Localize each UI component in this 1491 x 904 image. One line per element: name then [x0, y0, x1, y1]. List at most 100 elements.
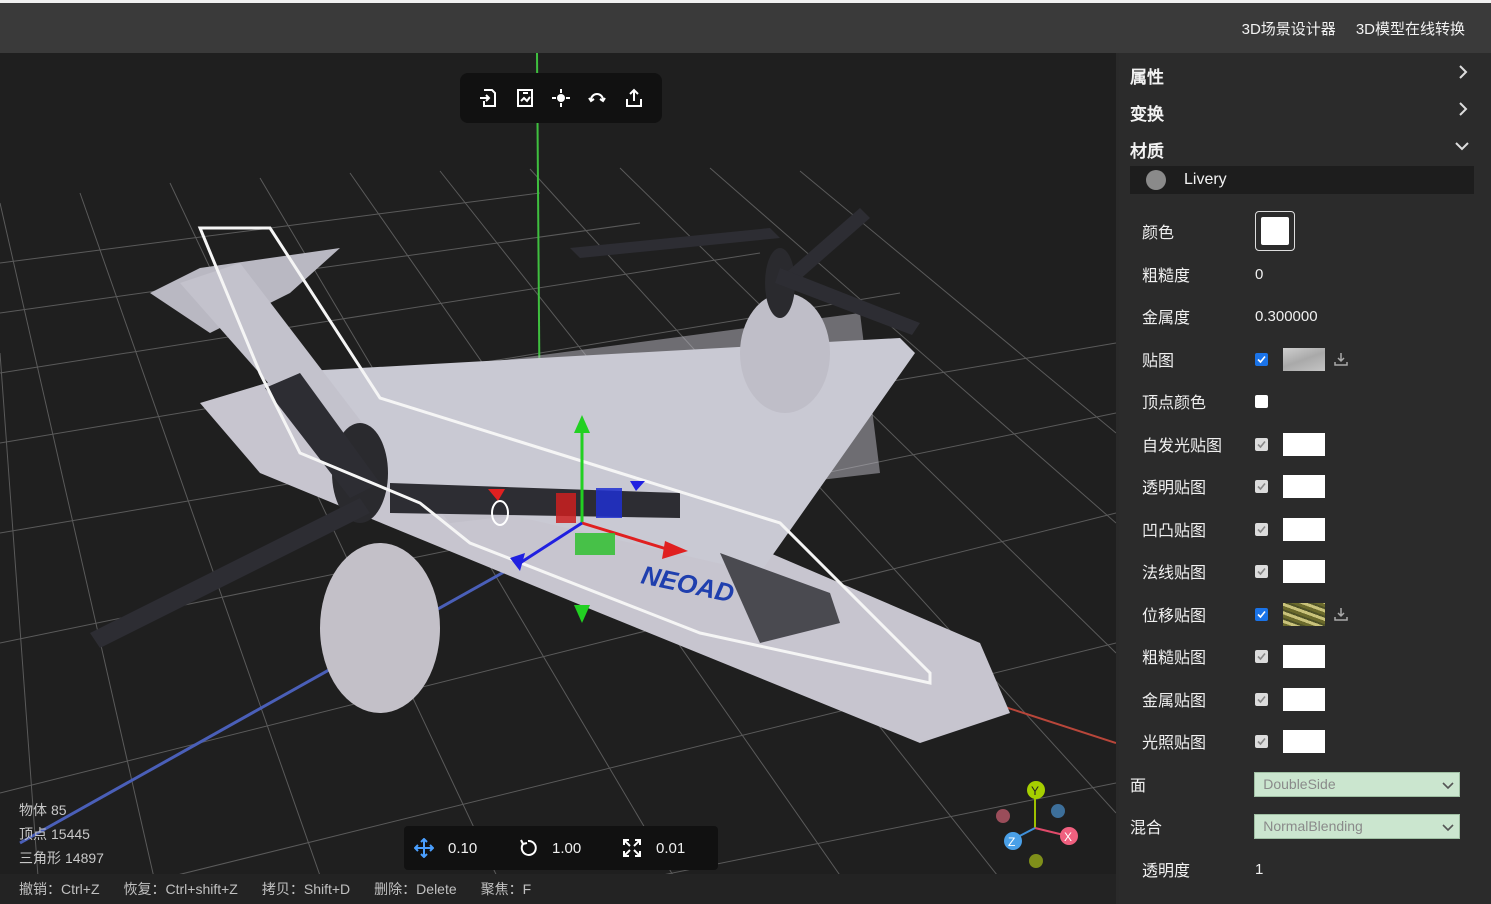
neg-z-axis-handle[interactable]	[1029, 854, 1043, 868]
scale-icon	[623, 839, 641, 857]
map-checkbox[interactable]	[1255, 352, 1268, 366]
share-icon[interactable]	[622, 86, 646, 110]
shortcut-hints: 撤销：Ctrl+Z 恢复：Ctrl+shift+Z 拷贝：Shift+D 删除：…	[0, 874, 1116, 904]
map-label: 贴图	[1142, 353, 1175, 370]
y-axis-label: Y	[1031, 784, 1039, 798]
stat-objects: 物体 85	[19, 798, 104, 822]
move-icon	[414, 838, 434, 858]
snap-bar: 0.10 1.00 0.01	[404, 826, 718, 870]
normal-map-checkbox[interactable]	[1255, 564, 1268, 578]
row-emissive-map: 自发光贴图	[1142, 429, 1472, 459]
section-material[interactable]: 材质	[1130, 137, 1470, 162]
color-label: 颜色	[1142, 225, 1175, 242]
stat-triangles-label: 三角形	[19, 850, 61, 866]
row-light-map: 光照贴图	[1142, 726, 1472, 756]
aircraft-model[interactable]: NEOAD	[90, 208, 1010, 743]
download-icon[interactable]	[1333, 351, 1349, 367]
row-map: 贴图	[1142, 344, 1472, 374]
normal-map-thumb[interactable]	[1283, 559, 1325, 583]
row-roughness-map: 粗糙贴图	[1142, 641, 1472, 671]
material-selector[interactable]: Livery	[1130, 166, 1474, 194]
translate-snap[interactable]: 0.10	[414, 838, 510, 858]
roughness-map-label: 粗糙贴图	[1142, 650, 1207, 667]
row-side: 面 DoubleSide	[1130, 769, 1460, 799]
metalness-label: 金属度	[1142, 310, 1191, 327]
section-transform[interactable]: 变换	[1130, 100, 1470, 125]
rotate-icon	[520, 839, 537, 856]
blending-select[interactable]: NormalBlending	[1254, 813, 1460, 839]
color-picker[interactable]	[1255, 211, 1295, 251]
reset-view-icon[interactable]	[585, 86, 609, 110]
import-icon[interactable]	[476, 86, 500, 110]
stat-vertices-label: 顶点	[19, 826, 47, 842]
roughness-map-checkbox[interactable]	[1255, 649, 1268, 663]
light-map-checkbox[interactable]	[1255, 734, 1268, 748]
x-axis-label: X	[1064, 830, 1072, 844]
metalness-map-checkbox[interactable]	[1255, 692, 1268, 706]
row-vertex-colors: 顶点颜色	[1142, 386, 1472, 416]
stat-objects-label: 物体	[19, 802, 47, 818]
neg-x-axis-handle[interactable]	[1051, 804, 1065, 818]
opacity-input[interactable]: 1	[1255, 861, 1263, 878]
bump-map-thumb[interactable]	[1283, 517, 1325, 541]
light-map-thumb[interactable]	[1283, 729, 1325, 753]
chevron-down-icon	[1442, 781, 1454, 789]
emissive-map-label: 自发光贴图	[1142, 438, 1223, 455]
side-select[interactable]: DoubleSide	[1254, 771, 1460, 797]
stat-triangles-value: 14897	[65, 850, 104, 866]
scale-snap-value: 0.01	[656, 839, 686, 857]
opacity-label: 透明度	[1142, 863, 1191, 880]
roughness-map-thumb[interactable]	[1283, 644, 1325, 668]
row-color: 颜色	[1142, 211, 1472, 251]
export-image-icon[interactable]	[513, 86, 537, 110]
center-icon[interactable]	[549, 86, 573, 110]
emissive-map-thumb[interactable]	[1283, 432, 1325, 456]
map-texture-thumb[interactable]	[1283, 347, 1325, 371]
displacement-map-thumb[interactable]	[1283, 602, 1325, 626]
roughness-input[interactable]: 0	[1255, 266, 1263, 283]
rotate-snap-value: 1.00	[552, 839, 582, 857]
vertex-colors-label: 顶点颜色	[1142, 395, 1207, 412]
row-metalness-map: 金属贴图	[1142, 684, 1472, 714]
orientation-gizmo[interactable]: Y X Z	[996, 781, 1078, 868]
metalness-input[interactable]: 0.300000	[1255, 308, 1318, 325]
row-roughness: 粗糙度 0	[1142, 259, 1472, 289]
shortcut-undo: 撤销：Ctrl+Z	[19, 881, 100, 897]
displacement-map-checkbox[interactable]	[1255, 607, 1268, 621]
row-blending: 混合 NormalBlending	[1130, 811, 1460, 841]
section-properties[interactable]: 属性	[1130, 63, 1470, 88]
scene-stats: 物体 85 顶点 15445 三角形 14897	[19, 798, 104, 870]
displacement-map-label: 位移贴图	[1142, 608, 1207, 625]
light-map-label: 光照贴图	[1142, 735, 1207, 752]
stat-vertices-value: 15445	[51, 826, 90, 842]
alpha-map-checkbox[interactable]	[1255, 479, 1268, 493]
viewport-3d[interactable]: NEOAD Y X Z 物体 85 顶点 15445 三角形 14897 0.1…	[0, 53, 1116, 904]
scale-snap[interactable]: 0.01	[622, 838, 718, 858]
alpha-map-thumb[interactable]	[1283, 474, 1325, 498]
normal-map-label: 法线贴图	[1142, 565, 1207, 582]
emissive-map-checkbox[interactable]	[1255, 437, 1268, 451]
viewport-toolbar	[460, 73, 662, 123]
metalness-map-thumb[interactable]	[1283, 687, 1325, 711]
chevron-right-icon	[1459, 102, 1468, 116]
download-icon[interactable]	[1333, 606, 1349, 622]
row-normal-map: 法线贴图	[1142, 556, 1472, 586]
model-converter-link[interactable]: 3D模型在线转换	[1356, 18, 1465, 39]
scene-canvas[interactable]: NEOAD Y X Z	[0, 53, 1116, 904]
row-bump-map: 凹凸贴图	[1142, 514, 1472, 544]
blending-label: 混合	[1130, 820, 1163, 837]
vertex-colors-checkbox[interactable]	[1255, 394, 1268, 408]
z-axis-label: Z	[1008, 835, 1015, 849]
properties-sidebar: 属性 变换 材质 Livery 颜色 粗糙度 0 金属度 0.300000 贴图…	[1119, 53, 1491, 904]
material-preview-icon	[1146, 170, 1166, 190]
bump-map-checkbox[interactable]	[1255, 522, 1268, 536]
row-displacement-map: 位移贴图	[1142, 599, 1472, 629]
shortcut-delete: 删除：Delete	[374, 881, 457, 897]
section-properties-title: 属性	[1130, 68, 1164, 87]
scene-designer-link[interactable]: 3D场景设计器	[1242, 18, 1336, 39]
row-opacity: 透明度 1	[1142, 854, 1472, 884]
neg-y-axis-handle[interactable]	[996, 809, 1010, 823]
rotate-snap[interactable]: 1.00	[518, 838, 614, 858]
metalness-map-label: 金属贴图	[1142, 693, 1207, 710]
shortcut-redo: 恢复：Ctrl+shift+Z	[123, 881, 238, 897]
